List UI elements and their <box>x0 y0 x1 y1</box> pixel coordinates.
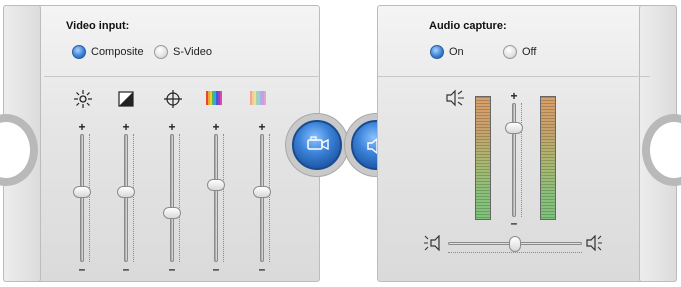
audio-capture-title: Audio capture: <box>429 20 507 32</box>
volume-track[interactable] <box>512 103 516 217</box>
brightness-plus: + <box>78 120 86 134</box>
hue-slider-thumb[interactable] <box>163 207 181 220</box>
s-video-radio[interactable]: S-Video <box>154 45 212 59</box>
balance-slider-thumb[interactable] <box>509 236 521 252</box>
volume-minus: – <box>510 216 518 230</box>
video-input-title: Video input: <box>66 20 130 32</box>
contrast-minus: – <box>122 262 130 276</box>
hue-minus: – <box>168 262 176 276</box>
video-input-header <box>44 6 320 77</box>
sharpness-scale <box>269 134 270 262</box>
sharpness-plus: + <box>258 120 266 134</box>
hue-scale <box>179 134 180 262</box>
brightness-minus: – <box>78 262 86 276</box>
saturation-plus: + <box>212 120 220 134</box>
balance-scale <box>448 252 582 253</box>
hue-plus: + <box>168 120 176 134</box>
volume-slider-thumb[interactable] <box>505 122 523 135</box>
saturation-slider-track[interactable] <box>214 134 218 262</box>
sharpness-slider-track[interactable] <box>260 134 264 262</box>
radio-unselected-icon <box>503 45 517 59</box>
composite-label: Composite <box>91 46 144 58</box>
contrast-icon <box>118 91 134 107</box>
radio-unselected-icon <box>154 45 168 59</box>
volume-speaker-icon <box>446 89 464 107</box>
sharpness-slider-thumb[interactable] <box>253 185 271 198</box>
audio-on-radio[interactable]: On <box>430 45 464 59</box>
radio-selected-icon <box>72 45 86 59</box>
saturation-minus: – <box>212 262 220 276</box>
sharpness-minus: – <box>258 262 266 276</box>
composite-radio[interactable]: Composite <box>72 45 144 59</box>
brightness-scale <box>89 134 90 262</box>
volume-plus: + <box>510 89 518 103</box>
video-mode-button[interactable] <box>292 120 342 170</box>
brightness-icon <box>74 90 92 108</box>
left-level-meter <box>475 96 491 220</box>
contrast-slider-thumb[interactable] <box>117 185 135 198</box>
audio-off-label: Off <box>522 46 537 58</box>
audio-capture-header <box>378 6 650 77</box>
left-channel-icon <box>424 235 440 251</box>
saturation-scale <box>223 134 224 262</box>
crosshair-icon <box>164 90 182 108</box>
volume-scale <box>521 103 522 217</box>
brightness-slider-thumb[interactable] <box>73 185 91 198</box>
right-level-meter <box>540 96 556 220</box>
radio-selected-icon <box>430 45 444 59</box>
contrast-scale <box>133 134 134 262</box>
contrast-slider-track[interactable] <box>124 134 128 262</box>
contrast-plus: + <box>122 120 130 134</box>
camcorder-icon <box>307 136 329 151</box>
audio-off-radio[interactable]: Off <box>503 45 536 59</box>
color-bars-icon <box>206 91 222 105</box>
audio-capture-panel: Audio capture: On Off + – <box>377 5 681 282</box>
color-bars-faded-icon <box>250 91 266 105</box>
brightness-slider-track[interactable] <box>80 134 84 262</box>
right-channel-icon <box>586 235 602 251</box>
s-video-label: S-Video <box>173 46 212 58</box>
audio-on-label: On <box>449 46 464 58</box>
video-input-panel: Video input: Composite S-Video + – + – +… <box>0 5 320 282</box>
hue-slider-track[interactable] <box>170 134 174 262</box>
saturation-slider-thumb[interactable] <box>207 179 225 192</box>
